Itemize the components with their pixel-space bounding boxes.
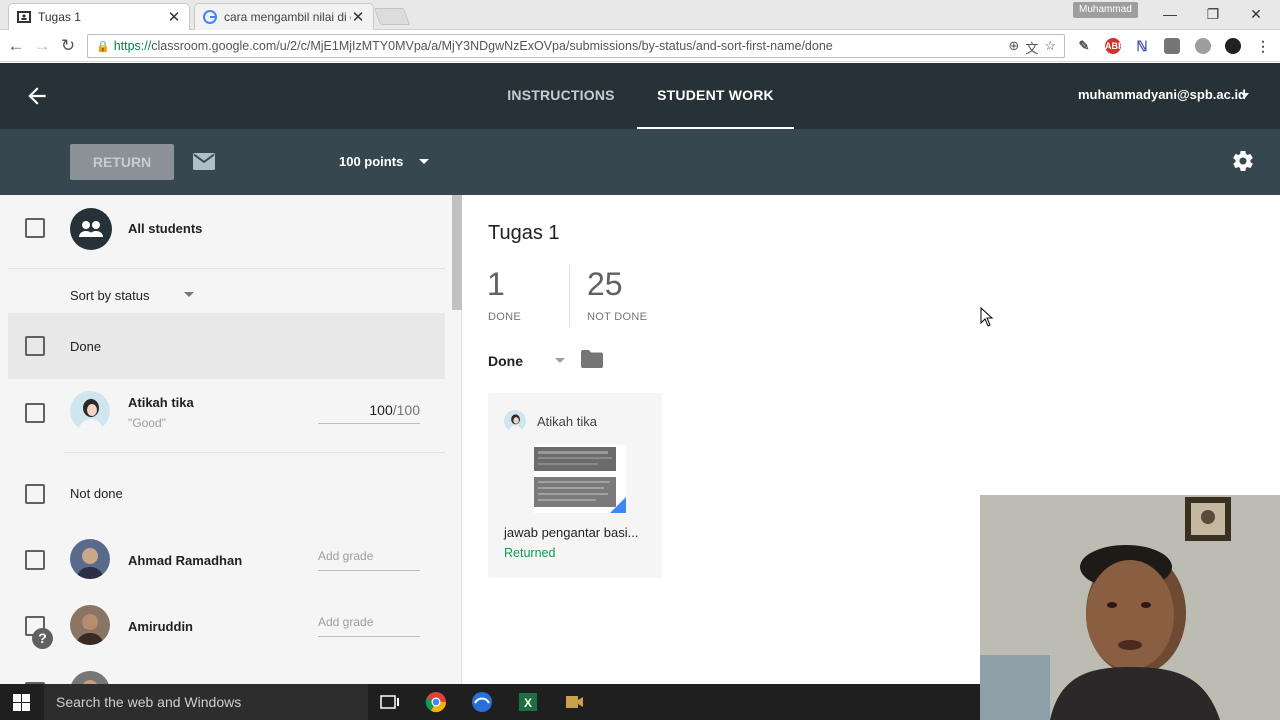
browser-tab-title: Tugas 1 [38,10,81,24]
done-section-label: Done [70,339,102,354]
group-icon [70,208,112,250]
forward-nav-icon[interactable]: → [32,36,52,56]
add-grade-input[interactable]: Add grade [318,545,420,571]
extension-circle-icon[interactable] [1225,38,1241,54]
private-comment: "Good" [128,416,166,430]
divider [8,268,445,269]
card-student-name: Atikah tika [537,414,597,429]
student-name[interactable]: Ahmad Ramadhan [128,553,242,568]
back-nav-icon[interactable]: ← [6,36,26,56]
windows-start-icon[interactable] [13,694,30,711]
eyedropper-extension-icon[interactable]: ✎ [1076,38,1092,54]
taskbar-search-input[interactable]: Search the web and Windows [44,684,368,720]
new-tab-button[interactable] [373,8,411,25]
student-checkbox[interactable] [25,403,45,423]
browser-tab-title: cara mengambil nilai di c [224,10,351,24]
secure-lock-icon: 🔒 [96,40,110,53]
browser-tab-tugas[interactable]: Tugas 1 ✕ [8,3,190,30]
mouse-cursor-icon [980,307,994,327]
sort-by-status-dropdown[interactable]: Sort by status [70,288,149,303]
avatar [70,671,110,684]
grade-denominator: /100 [392,402,420,418]
browser-profile-badge[interactable]: Muhammad [1073,2,1138,18]
email-icon[interactable] [193,153,215,170]
tab-student-work[interactable]: STUDENT WORK [637,63,794,129]
bookmark-star-icon[interactable]: ☆ [1044,38,1056,57]
address-bar[interactable]: 🔒 https:// classroom.google.com/u/2/c/Mj… [87,34,1065,58]
rss-extension-icon[interactable]: ℕ [1134,38,1150,54]
browser-toolbar: ← → ↻ 🔒 https:// classroom.google.com/u/… [0,30,1280,62]
points-dropdown-icon[interactable] [419,159,429,164]
student-checkbox[interactable] [25,550,45,570]
task-view-icon[interactable] [378,690,402,714]
status-filter-dropdown[interactable]: Done [488,353,523,369]
grading-toolbar: RETURN 100 points [0,129,1280,195]
not-done-count-label: NOT DONE [587,311,648,323]
assignment-title: Tugas 1 [488,222,560,244]
stats-divider [569,265,570,327]
grade-input[interactable]: 100/100 [318,398,420,424]
submission-status-badge: Returned [504,546,556,560]
translate-icon[interactable]: 文 [1025,38,1038,57]
all-students-label[interactable]: All students [128,221,202,236]
close-tab-icon[interactable]: ✕ [167,8,181,26]
excel-app-icon[interactable]: X [516,690,540,714]
not-done-count: 25 [587,266,623,302]
account-switcher[interactable]: muhammadyani@spb.ac.id [1078,87,1246,102]
minimize-icon[interactable]: — [1150,4,1190,24]
svg-text:X: X [524,696,532,710]
account-dropdown-icon[interactable] [1241,93,1249,98]
reload-icon[interactable]: ↻ [58,36,78,56]
extension-square-icon[interactable] [1164,38,1180,54]
student-name[interactable]: Atikah tika [128,395,194,410]
student-name[interactable]: Amiruddin [128,619,193,634]
submission-card[interactable]: Atikah tika jawab pengantar basi... Retu… [488,393,662,578]
done-count: 1 [487,266,505,302]
browser-tab-strip: Tugas 1 ✕ cara mengambil nilai di c ✕ Mu… [0,0,1280,30]
add-grade-input[interactable]: Add grade [318,611,420,637]
divider [64,452,445,453]
url-scheme: https:// [113,39,152,53]
webcam-overlay [980,495,1280,720]
avatar [504,410,526,432]
url-path: classroom.google.com/u/2/c/MjE1MjIzMTY0M… [151,39,833,53]
roster-scrollbar[interactable] [452,195,462,310]
tab-instructions[interactable]: INSTRUCTIONS [496,63,626,129]
avatar [70,605,110,645]
attachment-file-name[interactable]: jawab pengantar basi... [504,525,638,540]
close-tab-icon[interactable]: ✕ [351,8,365,26]
done-count-label: DONE [488,311,521,323]
not-done-section-label: Not done [70,486,123,501]
windows-taskbar: Search the web and Windows X [0,684,980,720]
points-selector[interactable]: 100 points [339,154,403,169]
filter-dropdown-icon[interactable] [555,358,565,363]
browser-menu-icon[interactable]: ⋮ [1255,38,1271,54]
not-done-section-checkbox[interactable] [25,484,45,504]
thunderbird-app-icon[interactable] [470,690,494,714]
avatar [70,391,110,431]
grade-value: 100 [369,402,393,418]
browser-tab-search[interactable]: cara mengambil nilai di c ✕ [194,3,374,30]
gear-icon[interactable] [1231,149,1255,173]
avatar [70,539,110,579]
chrome-app-icon[interactable] [424,690,448,714]
all-students-checkbox[interactable] [25,218,45,238]
classroom-favicon-icon [17,10,31,24]
close-window-icon[interactable]: ✕ [1236,4,1276,24]
adblock-extension-icon[interactable]: ABP [1105,38,1124,54]
student-roster-pane: All students Sort by status Done Atikah … [0,195,462,684]
google-favicon-icon [203,10,217,24]
done-section-checkbox[interactable] [25,336,45,356]
zoom-icon[interactable]: ⊕ [1008,38,1019,57]
help-icon[interactable]: ? [32,628,53,649]
sort-dropdown-icon[interactable] [184,292,194,297]
return-button[interactable]: RETURN [70,144,174,180]
back-arrow-icon[interactable] [24,83,50,109]
classroom-header: INSTRUCTIONS STUDENT WORK muhammadyani@s… [0,63,1280,129]
extension-cube-icon[interactable] [1195,38,1211,54]
document-thumbnail[interactable] [534,445,626,513]
recorder-app-icon[interactable] [562,690,586,714]
folder-icon[interactable] [581,350,603,368]
restore-icon[interactable]: ❐ [1193,4,1233,24]
